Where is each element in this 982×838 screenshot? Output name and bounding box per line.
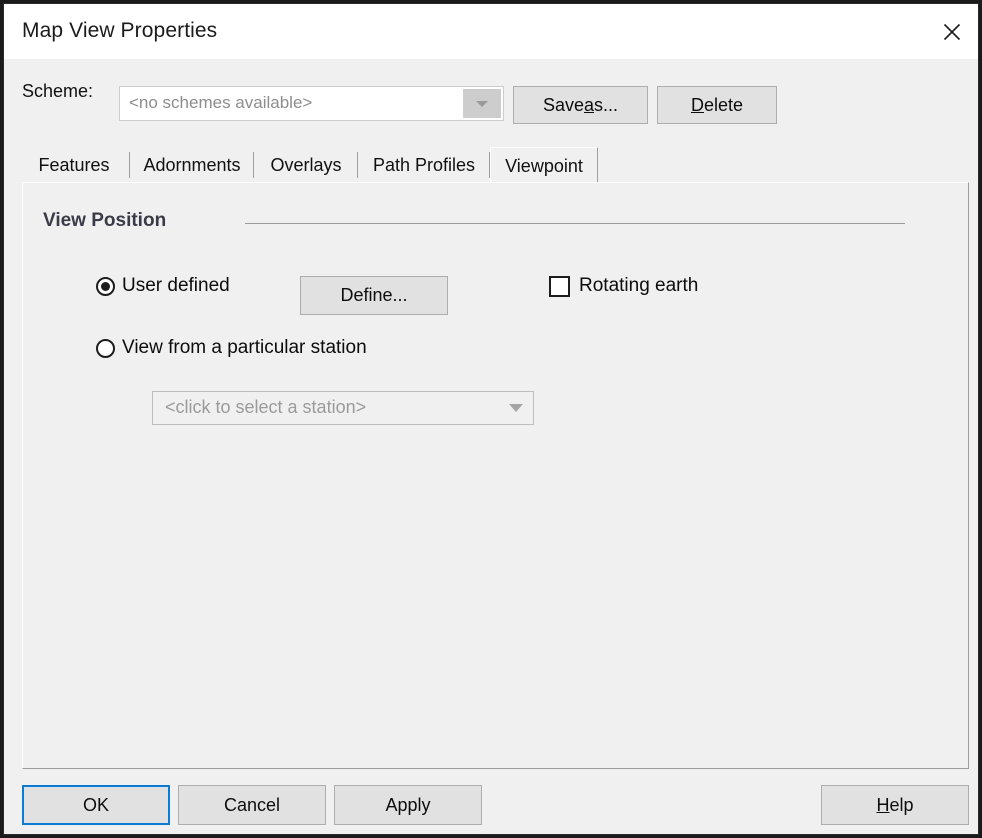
help-accel-char: H [876,794,890,815]
viewpoint-tab-panel: View Position <click to select a station… [22,182,969,769]
station-combobox-dropdown-button[interactable] [509,404,523,412]
radio-view-from-station[interactable]: View from a particular station [96,337,367,359]
group-divider [245,223,905,224]
title-bar: Map View Properties [4,4,978,59]
scheme-row: Scheme: <no schemes available> [4,59,978,139]
checkbox-rotating-earth[interactable]: Rotating earth [549,275,698,297]
checkbox-icon [549,275,570,297]
scheme-combobox[interactable]: <no schemes available> [119,86,504,121]
station-combobox[interactable]: <click to select a station> [152,391,534,425]
chevron-down-icon [476,100,488,107]
help-button[interactable]: Help [821,785,969,825]
save-as-button[interactable]: Save a s... [513,86,648,124]
tab-adornments[interactable]: Adornments [130,147,254,183]
delete-accel-char: D [690,94,704,115]
tab-label: Viewpoint [505,155,583,176]
radio-user-defined[interactable]: User defined [96,275,230,297]
tab-path-profiles[interactable]: Path Profiles [358,147,490,183]
tab-label: Adornments [143,154,241,175]
save-as-accel-char: a [584,94,595,115]
tab-features[interactable]: Features [18,147,130,183]
scheme-combobox-value: <no schemes available> [129,93,313,112]
save-as-label-part1: Save [542,94,584,115]
delete-button[interactable]: Delete [657,86,777,124]
radio-button-icon [96,276,115,296]
cancel-button[interactable]: Cancel [178,785,326,825]
scheme-label: Scheme: [22,81,94,101]
close-button[interactable] [926,4,978,59]
radio-selected-dot [101,281,110,291]
save-as-label-part2: s... [594,94,619,115]
tab-label: Features [38,154,110,175]
close-icon [943,23,961,40]
checkbox-rotating-earth-label: Rotating earth [579,275,699,296]
view-position-group-title: View Position [43,210,167,231]
chevron-down-icon [509,404,523,412]
tab-label: Overlays [270,154,342,175]
apply-button[interactable]: Apply [334,785,482,825]
scheme-combobox-dropdown-button[interactable] [463,89,501,118]
define-button[interactable]: Define... [300,276,448,315]
radio-user-defined-label: User defined [122,275,230,296]
window-title: Map View Properties [22,19,218,42]
station-combobox-value: <click to select a station> [165,397,367,417]
help-label-part2: elp [889,794,914,815]
map-view-properties-dialog: Map View Properties Scheme: <no schemes … [3,3,979,835]
tab-viewpoint[interactable]: Viewpoint [490,147,598,184]
radio-view-from-station-label: View from a particular station [122,337,367,358]
ok-button[interactable]: OK [22,785,170,825]
tab-label: Path Profiles [372,154,476,175]
tab-overlays[interactable]: Overlays [254,147,358,183]
radio-button-icon [96,338,115,358]
delete-label-part2: elete [703,94,744,115]
